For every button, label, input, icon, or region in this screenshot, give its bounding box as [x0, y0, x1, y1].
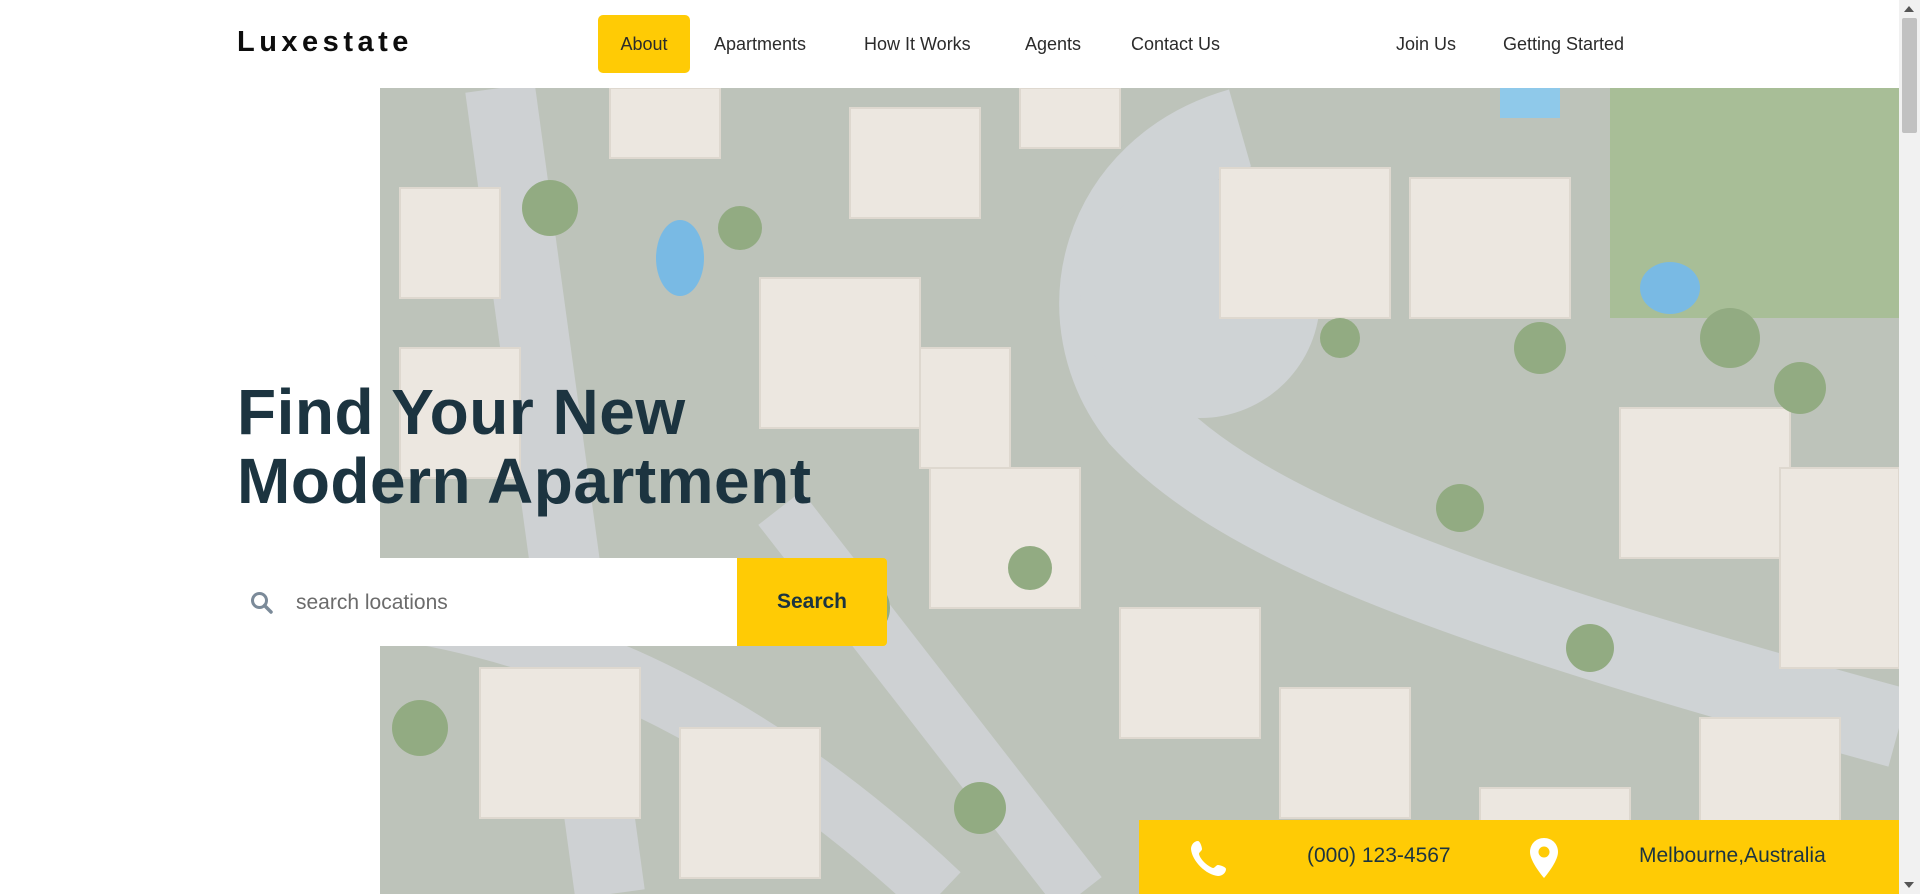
scroll-down-arrow-icon[interactable] — [1904, 882, 1914, 888]
search-input[interactable] — [294, 578, 718, 628]
contact-bar: (000) 123-4567 Melbourne,Australia — [1139, 820, 1899, 894]
search-icon — [251, 592, 273, 614]
headline-line-2: Modern Apartment — [237, 445, 812, 517]
nav-about[interactable]: About — [598, 15, 690, 73]
headline-line-1: Find Your New — [237, 376, 686, 448]
location-text: Melbourne,Australia — [1639, 844, 1826, 867]
phone-number[interactable]: (000) 123-4567 — [1307, 844, 1451, 868]
search-button[interactable]: Search — [737, 558, 887, 646]
nav-apartments[interactable]: Apartments — [714, 15, 806, 73]
hero-headline: Find Your New Modern Apartment — [237, 378, 812, 516]
nav-how-it-works[interactable]: How It Works — [864, 15, 971, 73]
location-search-box — [237, 558, 737, 646]
nav-contact-us[interactable]: Contact Us — [1131, 15, 1220, 73]
phone-icon — [1191, 841, 1226, 876]
scroll-up-arrow-icon[interactable] — [1904, 6, 1914, 12]
scroll-thumb[interactable] — [1902, 18, 1917, 133]
map-pin-icon — [1530, 838, 1558, 878]
nav-join-us[interactable]: Join Us — [1396, 15, 1456, 73]
nav-agents[interactable]: Agents — [1025, 15, 1081, 73]
brand-logo[interactable]: Luxestate — [237, 26, 413, 59]
page-scrollbar[interactable] — [1899, 0, 1920, 894]
nav-getting-started[interactable]: Getting Started — [1503, 15, 1624, 73]
